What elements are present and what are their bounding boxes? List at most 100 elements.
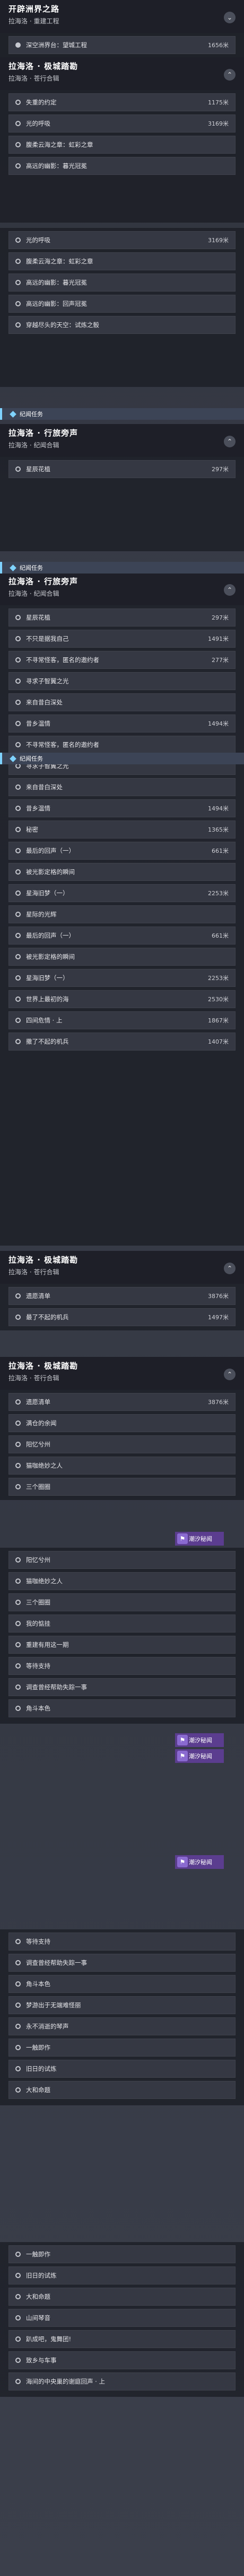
quest-row[interactable]: 猫咖绝妙之人 xyxy=(8,1457,236,1475)
quest-row[interactable]: 致乡与车事 xyxy=(8,2351,236,2369)
quest-row[interactable]: 高远的幽影：暮光冠冕 xyxy=(8,157,236,175)
quest-row[interactable]: 秘密 1365米 xyxy=(8,821,236,839)
quest-row[interactable]: 一触即作 xyxy=(8,2039,236,2057)
tide-secret-badge[interactable]: ⚑ 潮汐秘闻 xyxy=(175,1855,224,1869)
quest-row[interactable]: 山间琴音 xyxy=(8,2309,236,2327)
chevron-icon[interactable]: ⌃ xyxy=(224,584,236,596)
quest-row[interactable]: 腹柔云海之章：虹彩之章 xyxy=(8,136,236,154)
quest-row[interactable]: 遗愿清单 3876米 xyxy=(8,1393,236,1411)
quest-row[interactable]: 星海旧梦（一） 2253米 xyxy=(8,884,236,902)
quest-row[interactable]: 满仓的余闻 xyxy=(8,1414,236,1432)
quest-row[interactable]: 高远的幽影：暮光冠冕 xyxy=(8,274,236,292)
quest-name: 调查曾经帮助失踪一事 xyxy=(26,1959,87,1966)
quest-row[interactable]: 三个圈圈 xyxy=(8,1593,236,1611)
quest-row[interactable]: 阳忆兮州 xyxy=(8,1551,236,1569)
chevron-icon[interactable]: ⌃ xyxy=(224,436,236,447)
task-category-strip[interactable]: 纪闻任务 xyxy=(0,753,244,764)
quest-panel: 阳忆兮州猫咖绝妙之人 三个圈圈我的惦挂重建有用这一期 等待支持调查曾经帮助失踪一事角… xyxy=(0,1548,244,1724)
quest-row[interactable]: 星海旧梦（一） 2253米 xyxy=(8,969,236,987)
quest-name: 星海旧梦（一） xyxy=(26,974,69,982)
quest-name: 星辰花植 xyxy=(26,465,50,473)
status-dot-icon xyxy=(15,1442,21,1447)
status-dot-icon xyxy=(15,42,21,48)
quest-row[interactable]: 失重的约定 1175米 xyxy=(8,93,236,111)
quest-group-header[interactable]: 拉海洛 · 极城踏勘 拉海洛 · 苍行合辑 ⌃ xyxy=(0,1251,244,1284)
chevron-icon[interactable]: ⌄ xyxy=(224,12,236,23)
quest-row[interactable]: 我的惦挂 xyxy=(8,1615,236,1633)
tide-secret-badge[interactable]: ⚑ 潮汐秘闻 xyxy=(175,1532,224,1546)
quest-row[interactable]: 调查曾经帮助失踪一事 xyxy=(8,1954,236,1972)
quest-row[interactable]: 最后的回声（一） 661米 xyxy=(8,842,236,860)
quest-row[interactable]: 穿越尽头的天空：试炼之骰 xyxy=(8,316,236,334)
quest-panel: 等待支持调查曾经帮助失踪一事角斗本色梦游出于无端难怪丽 永不消逝的琴声一触即作旧日… xyxy=(0,1929,244,2105)
quest-row[interactable]: 来自昔白深处 xyxy=(8,778,236,796)
tide-secret-badge[interactable]: ⚑ 潮汐秘闻 xyxy=(175,1733,224,1747)
quest-row[interactable]: 不寻常怪客，匿名的邀约者 277米 xyxy=(8,651,236,669)
quest-row[interactable]: 遗愿清单 3876米 xyxy=(8,1287,236,1305)
quest-group-header[interactable]: 拉海洛 · 极城踏勘 拉海洛 · 苍行合辑 ⌃ xyxy=(0,1357,244,1390)
quest-row[interactable]: 被光影定格的瞬间 xyxy=(8,948,236,966)
quest-row[interactable]: 等待支持 xyxy=(8,1933,236,1951)
quest-row[interactable]: 旧日的试炼 xyxy=(8,2266,236,2284)
group-title: 拉海洛 · 极城踏勘 xyxy=(8,61,79,71)
chevron-icon[interactable]: ⌃ xyxy=(224,1263,236,1274)
quest-row[interactable]: 撒了不起的机兵 1407米 xyxy=(8,1033,236,1051)
quest-row[interactable]: 梦游出于无端难怪丽 xyxy=(8,1996,236,2014)
quest-row[interactable]: 永不消逝的琴声 xyxy=(8,2017,236,2035)
tide-secret-badge[interactable]: ⚑ 潮汐秘闻 xyxy=(175,1749,224,1763)
quest-row[interactable]: 星际的光辉 xyxy=(8,905,236,923)
quest-row[interactable]: 等待支持 xyxy=(8,1657,236,1675)
quest-row[interactable]: 调查曾经帮助失踪一事 xyxy=(8,1678,236,1696)
quest-row[interactable]: 寻求子智翼之光 xyxy=(8,672,236,690)
quest-row[interactable]: 最后的回声（一） 661米 xyxy=(8,927,236,945)
quest-row[interactable]: 昔乡温情 1494米 xyxy=(8,714,236,733)
quest-row[interactable]: 海间的中央巢的谢庭回声 · 上 xyxy=(8,2372,236,2390)
quest-row[interactable]: 高远的幽影：回声冠冕 xyxy=(8,295,236,313)
quest-row[interactable]: 趴成吧，鬼舞团! xyxy=(8,2330,236,2348)
quest-row[interactable]: 四间危情 · 上 1867米 xyxy=(8,1011,236,1029)
chevron-icon[interactable]: ⌃ xyxy=(224,69,236,81)
quest-group-header[interactable]: 开辟洲界之路 拉海洛 · 重建工程 ⌄ xyxy=(0,0,244,33)
chevron-icon[interactable]: ⌃ xyxy=(224,1369,236,1380)
badge-label: 潮汐秘闻 xyxy=(189,1536,212,1542)
quest-row[interactable]: 三个圈圈 xyxy=(8,1478,236,1496)
quest-row[interactable]: 重建有用这一期 xyxy=(8,1636,236,1654)
quest-row[interactable]: 最了不起的机兵 1497米 xyxy=(8,1308,236,1326)
quest-row[interactable]: 星辰花植 297米 xyxy=(8,460,236,478)
distance-label: 277米 xyxy=(212,657,229,664)
quest-row[interactable]: 大和命题 xyxy=(8,2081,236,2099)
quest-row[interactable]: 深空洲界台：望城工程 1656米 xyxy=(8,36,236,54)
quest-group-header[interactable]: 拉海洛 · 行旅旁声 拉海洛 · 纪闻合辑 ⌃ xyxy=(0,572,244,605)
task-category-strip[interactable]: 纪闻任务 xyxy=(0,562,244,574)
quest-name: 一触即作 xyxy=(26,2251,50,2258)
status-dot-icon xyxy=(15,1484,21,1489)
quest-name: 一触即作 xyxy=(26,2044,50,2051)
quest-row[interactable]: 来自昔白深处 xyxy=(8,693,236,711)
quest-row[interactable]: 角斗本色 xyxy=(8,1699,236,1717)
quest-row[interactable]: 被光影定格的瞬间 xyxy=(8,863,236,881)
quest-row[interactable]: 角斗本色 xyxy=(8,1975,236,1993)
quest-row[interactable]: 星辰花植 297米 xyxy=(8,608,236,627)
distance-label: 1365米 xyxy=(208,826,229,833)
quest-row[interactable]: 腹柔云海之章：虹彩之章 xyxy=(8,252,236,270)
diamond-icon xyxy=(10,564,16,571)
quest-row[interactable]: 不寻常怪客，匿名的邀约者 xyxy=(8,736,236,754)
status-dot-icon xyxy=(15,912,21,917)
quest-group-header[interactable]: 拉海洛 · 行旅旁声 拉海洛 · 纪闻合辑 ⌃ xyxy=(0,424,244,457)
task-category-strip[interactable]: 纪闻任务 xyxy=(0,408,244,420)
quest-group-header[interactable]: 拉海洛 · 极城踏勘 拉海洛 · 苍行合辑 ⌃ xyxy=(0,57,244,90)
quest-row[interactable]: 旧日的试炼 xyxy=(8,2060,236,2078)
quest-name: 光的呼吸 xyxy=(26,236,50,244)
quest-row[interactable]: 大和命题 xyxy=(8,2288,236,2306)
quest-row[interactable]: 一触即作 xyxy=(8,2245,236,2263)
quest-row[interactable]: 光的呼吸 3169米 xyxy=(8,231,236,249)
quest-row[interactable]: 阳忆兮州 xyxy=(8,1435,236,1453)
quest-name: 撒了不起的机兵 xyxy=(26,1038,69,1045)
quest-row[interactable]: 昔乡温情 1494米 xyxy=(8,799,236,817)
distance-label: 1407米 xyxy=(208,1038,229,1045)
status-dot-icon xyxy=(15,259,21,264)
quest-row[interactable]: 不只是据我自己 1491米 xyxy=(8,630,236,648)
quest-row[interactable]: 世界上最初的海 2530米 xyxy=(8,990,236,1008)
quest-row[interactable]: 猫咖绝妙之人 xyxy=(8,1572,236,1590)
quest-row[interactable]: 光的呼吸 3169米 xyxy=(8,114,236,133)
